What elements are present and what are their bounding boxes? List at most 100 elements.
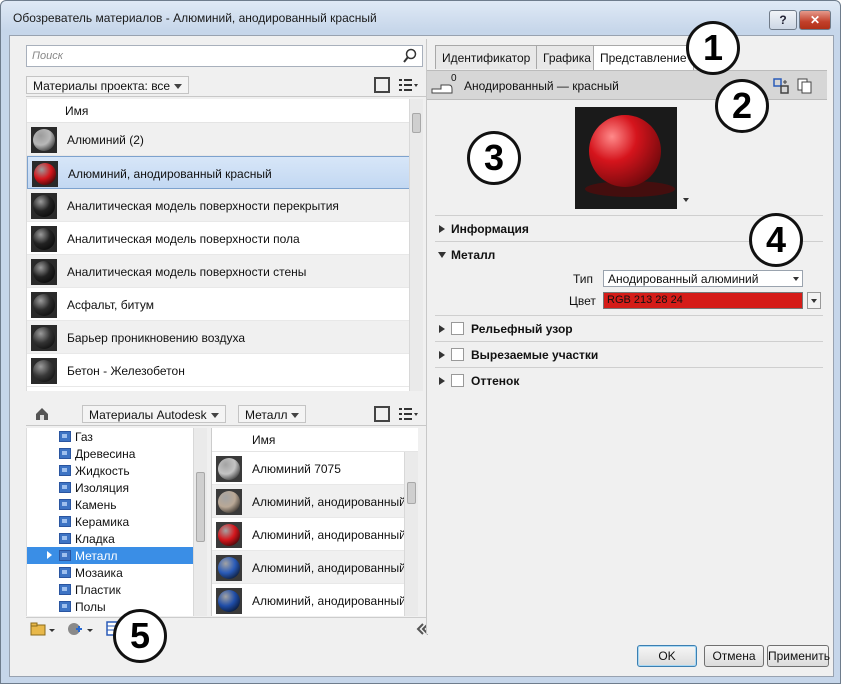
color-swatch-field[interactable]: RGB 213 28 24: [603, 292, 803, 309]
tree-item[interactable]: Изоляция: [27, 479, 207, 496]
tree-item-label: Металл: [75, 549, 118, 563]
material-thumbnail: [216, 588, 242, 614]
tab-identity[interactable]: Идентификатор: [435, 45, 538, 69]
folder-options-icon[interactable]: [30, 621, 56, 637]
section-relief-pattern[interactable]: Рельефный узор: [435, 315, 823, 341]
material-row[interactable]: Аналитическая модель поверхности перекры…: [27, 189, 423, 222]
list-view-icon[interactable]: [398, 406, 418, 422]
asset-user-count: 0: [451, 73, 457, 84]
apply-button[interactable]: Применить: [767, 645, 830, 667]
tint-checkbox[interactable]: [451, 374, 464, 387]
library-material-row[interactable]: Алюминий, анодированный к: [212, 518, 418, 551]
tree-item[interactable]: Керамика: [27, 513, 207, 530]
material-label: Алюминий, анодированный с: [252, 594, 416, 608]
duplicate-asset-icon[interactable]: [797, 78, 813, 94]
relief-checkbox[interactable]: [451, 322, 464, 335]
column-header-name[interactable]: Имя: [212, 428, 418, 452]
expand-arrow-icon[interactable]: [47, 551, 52, 559]
material-thumbnail: [216, 489, 242, 515]
tree-item[interactable]: Металл: [27, 547, 207, 564]
color-value: RGB 213 28 24: [607, 294, 683, 306]
home-icon[interactable]: [32, 405, 58, 423]
category-crumb-label: Металл: [245, 408, 288, 422]
tree-item-label: Мозаика: [75, 566, 123, 580]
material-sphere: [218, 491, 240, 513]
library-crumb[interactable]: Материалы Autodesk: [82, 405, 226, 423]
cancel-button[interactable]: Отмена: [704, 645, 764, 667]
material-row[interactable]: Асфальт, битум: [27, 288, 423, 321]
callout-marker: 5: [113, 609, 167, 663]
material-thumbnail: [216, 555, 242, 581]
list-view-icon[interactable]: [398, 77, 418, 93]
type-value: Анодированный алюминий: [608, 272, 759, 286]
library-material-row[interactable]: Алюминий, анодированный с: [212, 584, 418, 616]
create-material-icon[interactable]: [66, 621, 94, 637]
library-material-row[interactable]: Алюминий, анодированный с: [212, 551, 418, 584]
tree-item[interactable]: Газ: [27, 428, 207, 445]
tree-item-label: Полы: [75, 600, 106, 614]
library-material-row[interactable]: Алюминий 7075: [212, 452, 418, 485]
library-material-row[interactable]: Алюминий, анодированный б: [212, 485, 418, 518]
replace-asset-icon[interactable]: [773, 78, 789, 94]
folder-icon: [59, 431, 71, 442]
type-dropdown[interactable]: Анодированный алюминий: [603, 270, 803, 287]
material-sphere: [34, 163, 56, 185]
section-cutouts[interactable]: Вырезаемые участки: [435, 341, 823, 367]
library-list-scrollbar[interactable]: [404, 452, 418, 616]
expand-icon: [439, 225, 445, 233]
folder-icon: [59, 601, 71, 612]
material-sphere: [218, 557, 240, 579]
close-button[interactable]: ✕: [799, 10, 831, 30]
section-tint[interactable]: Оттенок: [435, 367, 823, 393]
scrollbar-thumb[interactable]: [196, 472, 205, 542]
tree-item[interactable]: Камень: [27, 496, 207, 513]
material-label: Алюминий 7075: [252, 462, 341, 476]
column-header-label: Имя: [252, 433, 276, 447]
tree-scrollbar[interactable]: [193, 428, 207, 616]
section-label: Вырезаемые участки: [471, 348, 599, 362]
panel-toggle-icon[interactable]: [374, 77, 390, 93]
material-sphere: [33, 195, 55, 217]
expand-icon: [439, 325, 445, 333]
material-row[interactable]: Барьер проникновению воздуха: [27, 321, 423, 354]
tree-item-label: Камень: [75, 498, 117, 512]
search-input[interactable]: Поиск: [26, 45, 423, 67]
scrollbar-thumb[interactable]: [412, 113, 421, 133]
search-icon[interactable]: [402, 48, 418, 64]
tree-item[interactable]: Древесина: [27, 445, 207, 462]
material-preview[interactable]: [575, 107, 677, 209]
folder-icon: [59, 516, 71, 527]
material-row[interactable]: Алюминий, анодированный красный: [27, 156, 423, 189]
material-row[interactable]: Аналитическая модель поверхности пола: [27, 222, 423, 255]
cutouts-checkbox[interactable]: [451, 348, 464, 361]
tab-appearance[interactable]: Представление: [593, 45, 694, 71]
color-label: Цвет: [569, 294, 596, 308]
tree-item[interactable]: Жидкость: [27, 462, 207, 479]
material-row[interactable]: Алюминий (2): [27, 123, 423, 156]
tree-item[interactable]: Пластик: [27, 581, 207, 598]
scrollbar-thumb[interactable]: [407, 482, 416, 504]
color-options-button[interactable]: [807, 292, 821, 309]
tree-item[interactable]: Мозаика: [27, 564, 207, 581]
material-label: Аналитическая модель поверхности перекры…: [67, 199, 339, 213]
asset-name: Анодированный — красный: [464, 79, 619, 93]
material-sphere: [218, 590, 240, 612]
project-filter-dropdown[interactable]: Материалы проекта: все: [26, 76, 190, 94]
column-header-name[interactable]: Имя: [27, 99, 423, 123]
ok-button[interactable]: OK: [637, 645, 697, 667]
tab-graphics[interactable]: Графика: [536, 45, 598, 69]
expand-icon: [439, 377, 445, 385]
help-button[interactable]: ?: [769, 10, 797, 30]
material-label: Барьер проникновению воздуха: [67, 331, 246, 345]
material-row[interactable]: Аналитическая модель поверхности стены: [27, 255, 423, 288]
project-list-scrollbar[interactable]: [409, 99, 423, 391]
panel-toggle-icon[interactable]: [374, 406, 390, 422]
tree-item[interactable]: Полы: [27, 598, 207, 615]
folder-icon: [59, 482, 71, 493]
tree-item[interactable]: Кладка: [27, 530, 207, 547]
material-thumbnail: [32, 161, 58, 187]
category-crumb[interactable]: Металл: [238, 405, 307, 423]
folder-icon: [59, 448, 71, 459]
material-row[interactable]: Бетон - Железобетон: [27, 354, 423, 387]
preview-options-dropdown-icon[interactable]: [683, 198, 689, 202]
